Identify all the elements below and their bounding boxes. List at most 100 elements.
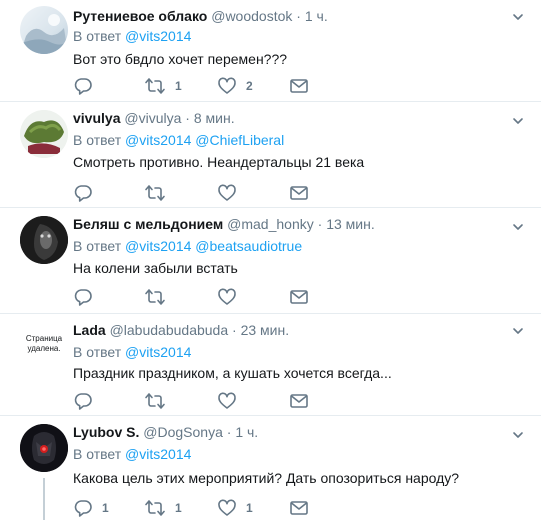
tweet[interactable]: vivulya @vivulya · 8 мин. В ответ @vits2… [0,102,541,207]
direct-message-button[interactable] [289,287,309,307]
user-handle[interactable]: @vivulya [124,110,181,126]
chevron-down-icon[interactable] [512,11,524,23]
chevron-down-icon[interactable] [512,325,524,337]
tweet[interactable]: Страница удалена. Lada @labudabudabuda ·… [0,314,541,415]
like-button[interactable]: 1 [217,498,253,518]
tweet-header: Lada @labudabudabuda · 23 мин. [73,322,289,338]
retweet-icon [144,76,166,96]
direct-message-button[interactable] [289,183,309,203]
user-name[interactable]: vivulya [73,110,120,126]
heart-icon [217,76,237,96]
reply-context: В ответ @vits2014 [73,446,191,462]
mention-link[interactable]: @vits2014 [125,132,191,148]
tweet-text: Праздник праздником, а кушать хочется вс… [73,365,392,381]
separator-dot: · [296,8,301,24]
avatar-image [20,110,68,158]
tweet[interactable]: Беляш с мельдонием @mad_honky · 13 мин. … [0,208,541,313]
mention-link[interactable]: @vits2014 [125,28,191,44]
tweet-text: Вот это бвдло хочет перемен??? [73,51,288,67]
user-handle[interactable]: @labudabudabuda [110,322,229,338]
user-name[interactable]: Lyubov S. [73,424,139,440]
timestamp[interactable]: 8 мин. [194,110,235,126]
timestamp[interactable]: 1 ч. [305,8,328,24]
timestamp[interactable]: 1 ч. [235,424,258,440]
reply-prefix: В ответ [73,344,122,360]
reply-icon [73,287,93,307]
retweet-button[interactable] [144,183,175,203]
timestamp[interactable]: 23 мин. [241,322,290,338]
like-button[interactable] [217,183,246,203]
like-count: 1 [246,501,253,515]
reply-button[interactable] [73,183,102,203]
direct-message-button[interactable] [289,391,309,411]
envelope-icon [289,498,309,518]
envelope-icon [289,76,309,96]
envelope-icon [289,183,309,203]
like-button[interactable] [217,287,246,307]
like-button[interactable] [217,391,246,411]
user-name[interactable]: Рутениевое облако [73,8,207,24]
reply-context: В ответ @vits2014 [73,344,191,360]
avatar-image [20,424,68,472]
retweet-button[interactable] [144,391,175,411]
tweet[interactable]: Lyubov S. @DogSonya · 1 ч. В ответ @vits… [0,416,541,520]
heart-icon [217,498,237,518]
retweet-icon [144,183,166,203]
reply-prefix: В ответ [73,132,122,148]
timestamp[interactable]: 13 мин. [326,216,375,232]
tweet-actions [73,183,373,203]
reply-icon [73,391,93,411]
mention-link[interactable]: @vits2014 [125,446,191,462]
user-handle[interactable]: @woodostok [211,8,292,24]
tweet-header: Рутениевое облако @woodostok · 1 ч. [73,8,328,24]
like-button[interactable]: 2 [217,76,253,96]
user-name[interactable]: Беляш с мельдонием [73,216,223,232]
reply-icon [73,498,93,518]
avatar-image [20,216,68,264]
chevron-down-icon[interactable] [512,115,524,127]
tweet-header: Lyubov S. @DogSonya · 1 ч. [73,424,258,440]
user-handle[interactable]: @DogSonya [143,424,223,440]
mention-link[interactable]: @vits2014 [125,238,191,254]
direct-message-button[interactable] [289,498,309,518]
deleted-page-text: удалена. [27,344,61,353]
reply-context: В ответ @vits2014 @ChiefLiberal [73,132,284,148]
avatar[interactable]: Страница удалена. [20,320,68,368]
retweet-button[interactable]: 1 [144,498,182,518]
retweet-count: 1 [175,501,182,515]
reply-button[interactable] [73,76,102,96]
avatar[interactable] [20,110,68,158]
separator-dot: · [185,110,190,126]
tweet-actions [73,391,373,411]
user-handle[interactable]: @mad_honky [227,216,314,232]
tweet-actions: 1 2 [73,76,373,96]
heart-icon [217,287,237,307]
mention-link[interactable]: @vits2014 [125,344,191,360]
reply-icon [73,76,93,96]
tweet-header: vivulya @vivulya · 8 мин. [73,110,235,126]
reply-button[interactable]: 1 [73,498,109,518]
direct-message-button[interactable] [289,76,309,96]
reply-context: В ответ @vits2014 [73,28,191,44]
user-name[interactable]: Lada [73,322,106,338]
chevron-down-icon[interactable] [512,429,524,441]
chevron-down-icon[interactable] [512,221,524,233]
tweet[interactable]: Рутениевое облако @woodostok · 1 ч. В от… [0,0,541,101]
retweet-icon [144,287,166,307]
avatar[interactable] [20,6,68,54]
retweet-icon [144,391,166,411]
mention-link[interactable]: @beatsaudiotrue [195,238,302,254]
reply-prefix: В ответ [73,238,122,254]
tweet-actions: 1 1 1 [73,498,373,518]
avatar[interactable] [20,424,68,472]
retweet-count: 1 [175,79,182,93]
separator-dot: · [232,322,237,338]
reply-context: В ответ @vits2014 @beatsaudiotrue [73,238,302,254]
reply-button[interactable] [73,391,102,411]
retweet-button[interactable] [144,287,175,307]
reply-button[interactable] [73,287,102,307]
mention-link[interactable]: @ChiefLiberal [195,132,284,148]
avatar[interactable] [20,216,68,264]
reply-count: 1 [102,501,109,515]
retweet-button[interactable]: 1 [144,76,182,96]
